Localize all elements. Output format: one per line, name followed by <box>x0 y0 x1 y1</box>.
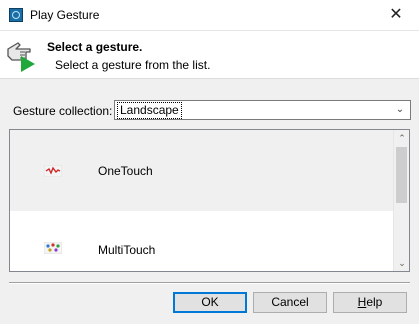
gesture-list[interactable]: OneTouch MultiTouch ⌃ ⌄ <box>9 129 410 272</box>
close-button[interactable]: ✕ <box>373 0 419 30</box>
hand-play-gesture-icon <box>7 42 35 72</box>
selected-collection: Landscape <box>117 102 182 119</box>
list-scrollbar[interactable]: ⌃ ⌄ <box>393 130 409 271</box>
window-title: Play Gesture <box>30 8 100 22</box>
header-subtitle: Select a gesture from the list. <box>55 58 211 72</box>
app-icon <box>9 8 23 22</box>
chevron-down-icon[interactable]: ⌄ <box>393 103 407 117</box>
ok-button[interactable]: OK <box>173 292 247 313</box>
wizard-header: Select a gesture. Select a gesture from … <box>0 31 419 79</box>
chevron-down-icon[interactable]: ⌄ <box>394 255 409 271</box>
title-bar: Play Gesture ✕ <box>0 0 419 31</box>
multitouch-thumbnail-icon <box>44 242 62 254</box>
scroll-thumb[interactable] <box>396 147 407 203</box>
cancel-button[interactable]: Cancel <box>253 292 327 313</box>
gesture-collection-select[interactable]: Landscape ⌄ <box>114 100 411 120</box>
list-item-label: MultiTouch <box>98 243 156 257</box>
help-label: elp <box>366 295 383 309</box>
header-title: Select a gesture. <box>47 40 143 54</box>
list-item-onetouch[interactable]: OneTouch <box>10 130 394 211</box>
help-button[interactable]: Help <box>333 292 407 313</box>
collection-label: Gesture collection: <box>13 104 113 118</box>
list-item-multitouch[interactable]: MultiTouch <box>10 211 394 271</box>
divider <box>9 282 410 284</box>
list-item-label: OneTouch <box>98 164 153 178</box>
onetouch-thumbnail-icon <box>44 165 62 177</box>
chevron-up-icon[interactable]: ⌃ <box>394 130 409 146</box>
